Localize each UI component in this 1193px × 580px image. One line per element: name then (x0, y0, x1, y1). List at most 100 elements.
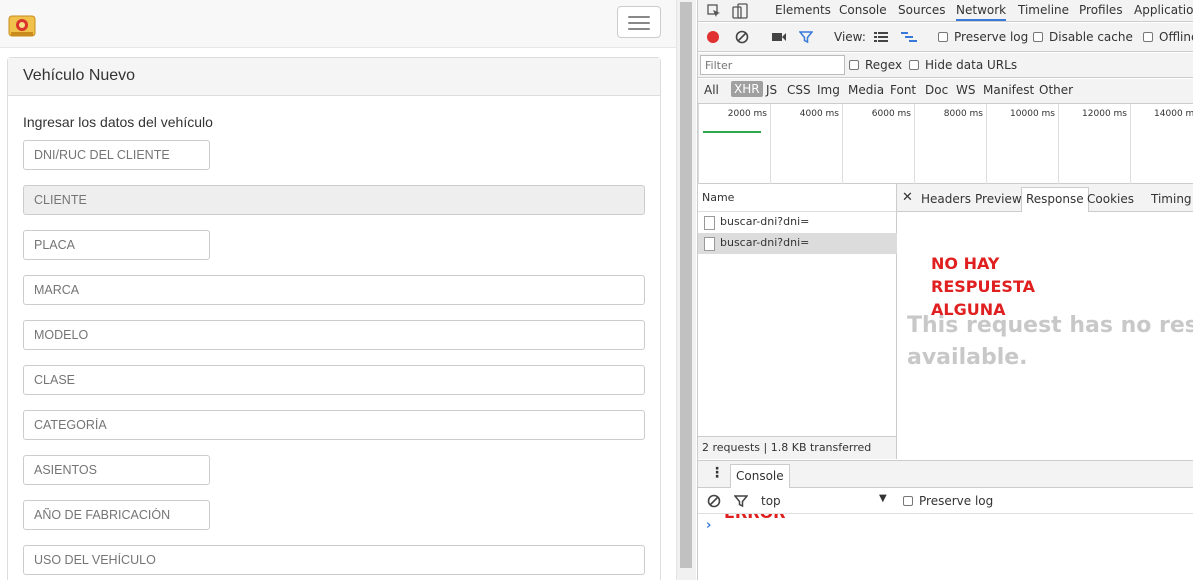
request-detail-tabs: ✕ Headers Preview Response Cookies Timin… (897, 184, 1193, 212)
context-selector[interactable]: top (761, 494, 781, 508)
tab-sources[interactable]: Sources (898, 3, 945, 17)
tab-timeline[interactable]: Timeline (1018, 3, 1069, 17)
tab-network[interactable]: Network (956, 3, 1007, 21)
type-filter-font[interactable]: Font (890, 83, 916, 97)
type-filter-manifest[interactable]: Manifest (983, 83, 1034, 97)
type-filter-js[interactable]: JS (766, 83, 777, 97)
device-toolbar-icon[interactable] (732, 3, 748, 19)
timeline-tick: 12000 ms (1058, 104, 1130, 184)
tab-console[interactable]: Console (839, 3, 887, 17)
tab-profiles[interactable]: Profiles (1079, 3, 1123, 17)
devtools-panel: Elements Console Sources Network Timelin… (697, 0, 1193, 580)
type-filter-ws[interactable]: WS (956, 83, 975, 97)
type-filter-all[interactable]: All (704, 83, 719, 97)
timeline-tick: 6000 ms (842, 104, 914, 184)
clear-icon[interactable] (735, 30, 749, 44)
checkbox-icon (938, 32, 948, 42)
devtools-tab-bar: Elements Console Sources Network Timelin… (698, 0, 1193, 22)
no-response-line: available. (907, 345, 1028, 370)
drawer-tab-console[interactable]: Console (730, 464, 790, 488)
document-icon (704, 237, 715, 251)
request-row[interactable]: buscar-dni?dni= (698, 212, 897, 233)
offline-label: Offline (1159, 30, 1193, 44)
regex-label: Regex (865, 58, 903, 72)
close-icon[interactable]: ✕ (902, 190, 913, 205)
cliente-input (23, 185, 645, 215)
tab-timing[interactable]: Timing (1151, 192, 1192, 206)
hamburger-bar-icon (628, 28, 650, 30)
request-name: buscar-dni?dni= (720, 236, 810, 249)
timeline-tick: 14000 ms (1130, 104, 1193, 184)
type-filter-xhr[interactable]: XHR (731, 81, 763, 97)
timeline-request-bar (703, 131, 761, 133)
scrollbar-thumb[interactable] (680, 2, 692, 568)
console-prompt[interactable]: › (706, 518, 711, 533)
modelo-input[interactable] (23, 320, 645, 350)
hide-data-urls-label: Hide data URLs (925, 58, 1018, 72)
tab-response[interactable]: Response (1021, 187, 1089, 212)
tab-preview[interactable]: Preview (975, 192, 1022, 206)
filter-input[interactable] (700, 55, 845, 75)
navbar (0, 0, 676, 48)
type-filter-other[interactable]: Other (1039, 83, 1073, 97)
dni-input[interactable] (23, 140, 210, 170)
timeline-tick: 4000 ms (770, 104, 842, 184)
form-instructions: Ingresar los datos del vehículo (23, 114, 213, 130)
uso-vehiculo-input[interactable] (23, 545, 645, 575)
large-rows-icon[interactable] (874, 31, 888, 43)
hamburger-bar-icon (628, 16, 650, 18)
disable-cache-checkbox[interactable]: Disable cache (1033, 30, 1133, 44)
inspect-element-icon[interactable] (707, 4, 721, 18)
disable-cache-label: Disable cache (1049, 30, 1133, 44)
console-toolbar: top ▼ Preserve log (698, 488, 1193, 514)
name-column-header[interactable]: Name (698, 184, 897, 212)
checkbox-icon (849, 60, 859, 70)
menu-toggle-button[interactable] (617, 6, 661, 38)
console-drawer-tabs: ⋮ Console (698, 460, 1193, 488)
chevron-down-icon[interactable]: ▼ (879, 493, 887, 504)
type-filter-media[interactable]: Media (848, 83, 884, 97)
network-overview-timeline[interactable]: 2000 ms 4000 ms 6000 ms 8000 ms 10000 ms… (698, 104, 1193, 184)
timeline-tick: 2000 ms (698, 104, 770, 184)
vehicle-form-panel: Vehículo Nuevo Ingresar los datos del ve… (7, 57, 661, 580)
capture-screenshots-icon[interactable] (771, 31, 787, 43)
checkbox-icon (1143, 32, 1153, 42)
regex-checkbox[interactable]: Regex (849, 58, 902, 72)
preserve-log-checkbox[interactable]: Preserve log (938, 30, 1028, 44)
clase-input[interactable] (23, 365, 645, 395)
checkbox-icon (909, 60, 919, 70)
more-options-icon[interactable]: ⋮ (710, 466, 724, 480)
panel-title: Vehículo Nuevo (8, 58, 660, 96)
page-scrollbar[interactable] (676, 0, 696, 580)
placa-input[interactable] (23, 230, 210, 260)
tab-cookies[interactable]: Cookies (1087, 192, 1134, 206)
tab-elements[interactable]: Elements (775, 3, 831, 17)
request-row-selected[interactable]: buscar-dni?dni= (698, 233, 897, 254)
tab-headers[interactable]: Headers (921, 192, 971, 206)
preserve-log-label: Preserve log (954, 30, 1029, 44)
categoria-input[interactable] (23, 410, 645, 440)
offline-checkbox[interactable]: Offline (1143, 30, 1193, 44)
view-label: View: (834, 30, 866, 44)
hide-data-urls-checkbox[interactable]: Hide data URLs (909, 58, 1017, 72)
anio-fabricacion-input[interactable] (23, 500, 210, 530)
console-filter-icon[interactable] (734, 494, 748, 508)
type-filter-css[interactable]: CSS (787, 83, 811, 97)
web-app: Vehículo Nuevo Ingresar los datos del ve… (0, 0, 676, 580)
request-list: buscar-dni?dni= buscar-dni?dni= NO MUEST… (698, 212, 897, 522)
record-icon[interactable] (706, 30, 720, 44)
network-toolbar: View: Preserve log Disable cache Offline (698, 23, 1193, 52)
clear-console-icon[interactable] (707, 494, 721, 508)
marca-input[interactable] (23, 275, 645, 305)
tab-application[interactable]: Application (1134, 3, 1193, 17)
brand-logo-icon[interactable] (8, 12, 36, 39)
overview-waterfall-icon[interactable] (901, 31, 917, 43)
asientos-input[interactable] (23, 455, 210, 485)
type-filter-img[interactable]: Img (817, 83, 840, 97)
console-preserve-log-checkbox[interactable]: Preserve log (903, 494, 993, 508)
type-filter-doc[interactable]: Doc (925, 83, 948, 97)
filter-bar: Regex Hide data URLs (698, 53, 1193, 78)
annotation-no-response: NO HAY RESPUESTA ALGUNA (931, 254, 1035, 319)
resource-type-filter-bar: All XHR JS CSS Img Media Font Doc WS Man… (698, 79, 1193, 104)
filter-icon[interactable] (799, 30, 813, 44)
